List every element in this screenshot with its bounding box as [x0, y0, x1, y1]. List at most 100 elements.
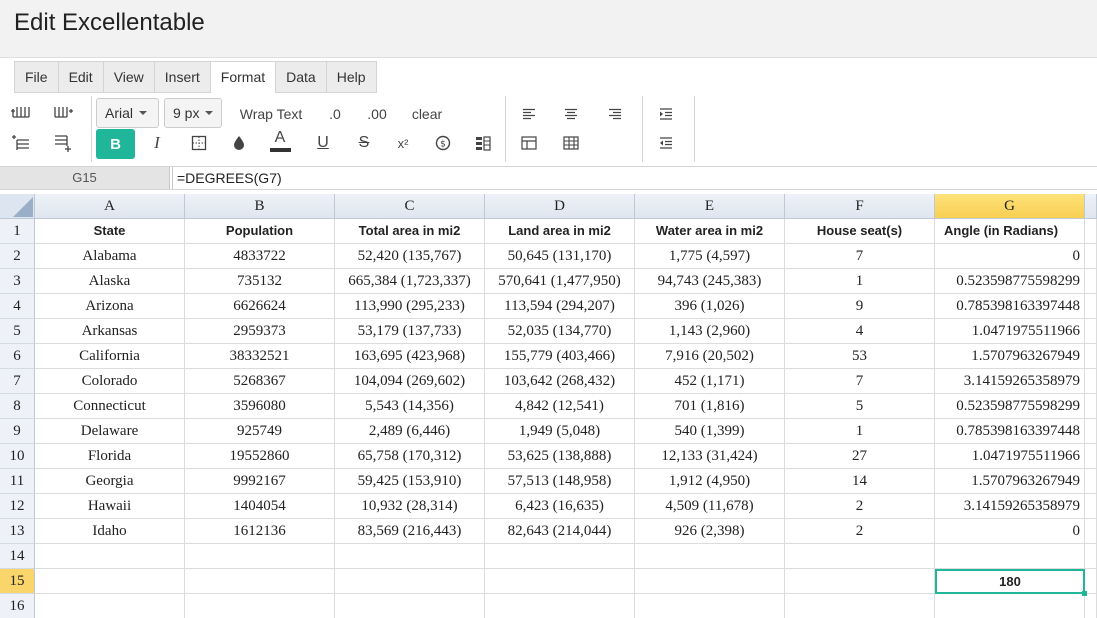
cell-b16[interactable]	[185, 594, 335, 618]
cell-g12[interactable]: 3.14159265358979	[935, 494, 1085, 519]
increase-decimal-button[interactable]: .00	[362, 100, 392, 128]
cell-a2[interactable]: Alabama	[35, 244, 185, 269]
cell-b1[interactable]: Population	[185, 219, 335, 244]
clear-format-button[interactable]: clear	[408, 100, 446, 128]
align-left-button[interactable]	[518, 100, 540, 128]
cell-d2[interactable]: 50,645 (131,170)	[485, 244, 635, 269]
cell-b15[interactable]	[185, 569, 335, 594]
cell-g6[interactable]: 1.5707963267949	[935, 344, 1085, 369]
cell-d16[interactable]	[485, 594, 635, 618]
row-header-6[interactable]: 6	[0, 344, 35, 369]
bold-button[interactable]: B	[96, 129, 135, 159]
cell-d9[interactable]: 1,949 (5,048)	[485, 419, 635, 444]
menu-format[interactable]: Format	[210, 62, 277, 94]
cell-b12[interactable]: 1404054	[185, 494, 335, 519]
cell-a13[interactable]: Idaho	[35, 519, 185, 544]
fill-color-button[interactable]	[228, 129, 250, 157]
cell-d7[interactable]: 103,642 (268,432)	[485, 369, 635, 394]
cell-f14[interactable]	[785, 544, 935, 569]
cell-c16[interactable]	[335, 594, 485, 618]
cell-c8[interactable]: 5,543 (14,356)	[335, 394, 485, 419]
column-header-b[interactable]: B	[185, 194, 335, 219]
cell-e5[interactable]: 1,143 (2,960)	[635, 319, 785, 344]
cell-partial-4[interactable]	[1085, 294, 1097, 319]
cell-e12[interactable]: 4,509 (11,678)	[635, 494, 785, 519]
cell-d14[interactable]	[485, 544, 635, 569]
cell-c3[interactable]: 665,384 (1,723,337)	[335, 269, 485, 294]
indent-increase-button[interactable]	[654, 100, 678, 128]
cell-c1[interactable]: Total area in mi2	[335, 219, 485, 244]
cell-g14[interactable]	[935, 544, 1085, 569]
row-header-5[interactable]: 5	[0, 319, 35, 344]
column-header-partial[interactable]	[1085, 194, 1097, 219]
cell-g9[interactable]: 0.785398163397448	[935, 419, 1085, 444]
column-header-e[interactable]: E	[635, 194, 785, 219]
cell-g1[interactable]: Angle (in Radians)	[935, 219, 1085, 244]
cell-c2[interactable]: 52,420 (135,767)	[335, 244, 485, 269]
cell-g13[interactable]: 0	[935, 519, 1085, 544]
cell-d1[interactable]: Land area in mi2	[485, 219, 635, 244]
border-button[interactable]	[188, 129, 210, 157]
cell-partial-13[interactable]	[1085, 519, 1097, 544]
strikethrough-button[interactable]: S	[353, 129, 375, 157]
menu-file[interactable]: File	[15, 62, 59, 92]
cell-c15[interactable]	[335, 569, 485, 594]
cell-e13[interactable]: 926 (2,398)	[635, 519, 785, 544]
select-all-corner[interactable]	[0, 194, 35, 219]
unmerge-cells-button[interactable]	[560, 129, 582, 157]
cell-c13[interactable]: 83,569 (216,443)	[335, 519, 485, 544]
cell-f9[interactable]: 1	[785, 419, 935, 444]
cell-c12[interactable]: 10,932 (28,314)	[335, 494, 485, 519]
cell-a1[interactable]: State	[35, 219, 185, 244]
cell-e11[interactable]: 1,912 (4,950)	[635, 469, 785, 494]
font-color-button[interactable]: A	[268, 127, 292, 155]
cell-f11[interactable]: 14	[785, 469, 935, 494]
cell-f1[interactable]: House seat(s)	[785, 219, 935, 244]
cell-f8[interactable]: 5	[785, 394, 935, 419]
merge-cells-button[interactable]	[518, 129, 540, 157]
cell-partial-3[interactable]	[1085, 269, 1097, 294]
cell-b5[interactable]: 2959373	[185, 319, 335, 344]
row-header-14[interactable]: 14	[0, 544, 35, 569]
cell-f16[interactable]	[785, 594, 935, 618]
cell-b10[interactable]: 19552860	[185, 444, 335, 469]
font-size-select[interactable]: 9 px	[164, 98, 222, 128]
superscript-button[interactable]: x²	[392, 129, 414, 157]
cell-d15[interactable]	[485, 569, 635, 594]
cell-e16[interactable]	[635, 594, 785, 618]
column-header-g[interactable]: G	[935, 194, 1085, 219]
insert-row-above-button[interactable]	[8, 129, 34, 157]
cell-c14[interactable]	[335, 544, 485, 569]
cell-c11[interactable]: 59,425 (153,910)	[335, 469, 485, 494]
cell-a16[interactable]	[35, 594, 185, 618]
cell-e9[interactable]: 540 (1,399)	[635, 419, 785, 444]
formula-input[interactable]: =DEGREES(G7)	[172, 167, 1097, 189]
row-header-4[interactable]: 4	[0, 294, 35, 319]
cell-c9[interactable]: 2,489 (6,446)	[335, 419, 485, 444]
cell-a11[interactable]: Georgia	[35, 469, 185, 494]
cell-f7[interactable]: 7	[785, 369, 935, 394]
row-header-1[interactable]: 1	[0, 219, 35, 244]
cell-partial-9[interactable]	[1085, 419, 1097, 444]
cell-e8[interactable]: 701 (1,816)	[635, 394, 785, 419]
insert-column-right-button[interactable]	[50, 99, 76, 127]
cell-e15[interactable]	[635, 569, 785, 594]
cell-a9[interactable]: Delaware	[35, 419, 185, 444]
cell-a7[interactable]: Colorado	[35, 369, 185, 394]
cell-a8[interactable]: Connecticut	[35, 394, 185, 419]
cell-reference-box[interactable]: G15	[0, 167, 170, 189]
menu-insert[interactable]: Insert	[155, 62, 211, 92]
decrease-decimal-button[interactable]: .0	[322, 100, 348, 128]
insert-column-left-button[interactable]	[8, 99, 34, 127]
cell-a4[interactable]: Arizona	[35, 294, 185, 319]
cell-b6[interactable]: 38332521	[185, 344, 335, 369]
cell-d6[interactable]: 155,779 (403,466)	[485, 344, 635, 369]
cell-g15[interactable]: 180	[935, 569, 1085, 594]
cell-g4[interactable]: 0.785398163397448	[935, 294, 1085, 319]
cell-d10[interactable]: 53,625 (138,888)	[485, 444, 635, 469]
cell-partial-14[interactable]	[1085, 544, 1097, 569]
cell-f10[interactable]: 27	[785, 444, 935, 469]
cell-f3[interactable]: 1	[785, 269, 935, 294]
cell-partial-11[interactable]	[1085, 469, 1097, 494]
cell-g3[interactable]: 0.523598775598299	[935, 269, 1085, 294]
